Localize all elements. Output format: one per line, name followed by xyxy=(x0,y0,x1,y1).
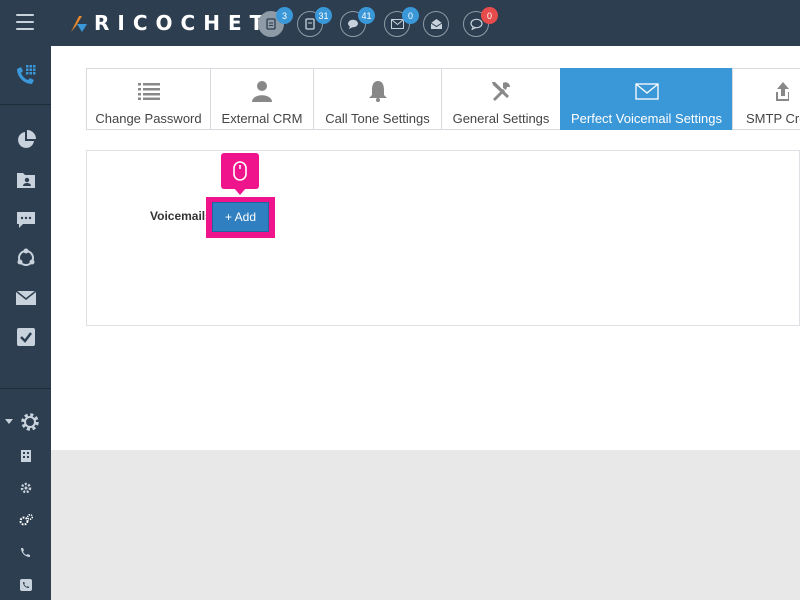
settings-tabs: Change Password External CRM Call Tone S… xyxy=(86,68,800,130)
phone-square-icon xyxy=(19,579,32,591)
sidebar-item-call[interactable] xyxy=(0,542,51,562)
tab-change-password[interactable]: Change Password xyxy=(86,68,210,130)
message-icon[interactable]: 0 xyxy=(463,7,498,37)
voicemails-label: Voicemails xyxy=(150,209,212,223)
gear-icon xyxy=(20,482,31,494)
open-mail-icon[interactable] xyxy=(423,11,449,37)
tab-label: Perfect Voicemail Settings xyxy=(570,111,723,126)
upload-icon xyxy=(773,79,789,103)
chat-bubble-icon xyxy=(16,212,35,228)
notification-badge: 41 xyxy=(358,7,375,24)
tab-label: Call Tone Settings xyxy=(325,111,430,126)
add-voicemail-button[interactable]: + Add xyxy=(212,202,269,232)
sidebar-item-gears[interactable] xyxy=(0,510,51,530)
tab-label: External CRM xyxy=(221,111,303,126)
tab-call-tone-settings[interactable]: Call Tone Settings xyxy=(313,68,441,130)
pointer-tail xyxy=(234,188,246,195)
voicemail-settings-panel xyxy=(86,150,800,326)
pie-chart-icon xyxy=(17,130,36,148)
sidebar xyxy=(0,46,51,600)
gears-icon xyxy=(19,514,33,526)
chat-icon[interactable]: 41 xyxy=(340,7,375,37)
contact-folder-icon xyxy=(16,173,35,188)
app-logo[interactable]: RICOCHET 360 xyxy=(68,10,286,36)
tab-label: SMTP Cre xyxy=(746,111,800,126)
hamburger-menu-icon[interactable] xyxy=(16,14,34,30)
report-icon[interactable]: 31 xyxy=(297,7,332,37)
sidebar-item-network[interactable] xyxy=(0,244,51,272)
sidebar-item-gear[interactable] xyxy=(0,478,51,498)
sidebar-item-phone-book[interactable] xyxy=(0,574,51,596)
notification-badge: 31 xyxy=(315,7,332,24)
user-icon xyxy=(251,79,273,103)
sidebar-divider xyxy=(0,388,51,389)
phone-keypad-icon xyxy=(16,65,35,84)
notification-badge: 0 xyxy=(481,7,498,24)
tab-perfect-voicemail-settings[interactable]: Perfect Voicemail Settings xyxy=(560,68,732,130)
mouse-pointer-indicator xyxy=(221,153,259,189)
notification-badge: 0 xyxy=(402,7,419,24)
envelope-icon xyxy=(634,79,659,103)
tab-label: General Settings xyxy=(452,111,550,126)
logo-mark-icon xyxy=(71,16,87,32)
tab-general-settings[interactable]: General Settings xyxy=(441,68,560,130)
logo-text: RICOCHET xyxy=(94,11,272,35)
sidebar-item-phone[interactable] xyxy=(0,60,51,90)
document-icon[interactable]: 3 xyxy=(258,7,293,37)
list-icon xyxy=(137,79,160,103)
sidebar-item-dashboard[interactable] xyxy=(0,126,51,154)
network-icon xyxy=(17,248,34,266)
caret-down-icon xyxy=(5,419,13,424)
sidebar-divider xyxy=(0,104,51,105)
mouse-icon xyxy=(233,161,247,181)
sidebar-item-mail[interactable] xyxy=(0,284,51,312)
top-bar: RICOCHET 360 3 31 41 0 0 xyxy=(0,0,800,46)
content-footer-area xyxy=(51,450,800,600)
sidebar-item-contacts[interactable] xyxy=(0,166,51,194)
sidebar-item-tasks[interactable] xyxy=(0,323,51,351)
sidebar-item-building[interactable] xyxy=(0,446,51,466)
tab-external-crm[interactable]: External CRM xyxy=(210,68,313,130)
tools-icon xyxy=(490,79,512,103)
notification-badge: 3 xyxy=(276,7,293,24)
large-gear-icon xyxy=(20,413,39,431)
bell-icon xyxy=(368,79,388,103)
mail-icon[interactable]: 0 xyxy=(384,7,419,37)
building-icon xyxy=(20,450,31,462)
tab-smtp-credentials[interactable]: SMTP Cre xyxy=(732,68,800,130)
phone-icon xyxy=(21,547,30,557)
tab-label: Change Password xyxy=(95,111,202,126)
envelope-icon xyxy=(15,291,36,305)
checkbox-icon xyxy=(16,328,35,346)
sidebar-item-settings[interactable] xyxy=(0,408,51,436)
sidebar-item-chat[interactable] xyxy=(0,206,51,234)
